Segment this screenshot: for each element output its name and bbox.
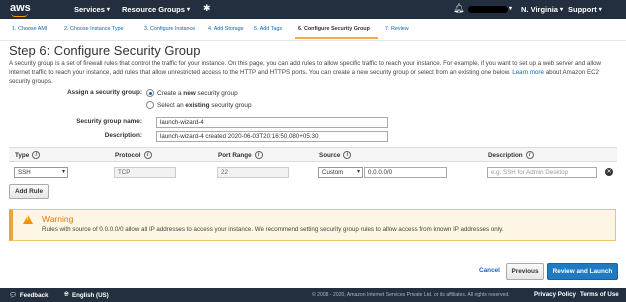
step-choose-instance-type[interactable]: 2. Choose Instance Type	[64, 26, 124, 32]
info-icon[interactable]: i	[254, 151, 263, 159]
active-step-indicator	[295, 37, 378, 39]
info-icon[interactable]: i	[143, 151, 152, 159]
rule-source-mode: Custom	[322, 169, 344, 176]
globe-icon: 🌐︎	[64, 291, 69, 298]
chevron-down-icon: ▾	[356, 169, 360, 175]
cancel-button[interactable]: Cancel	[479, 267, 500, 274]
chevron-down-icon: ▾	[509, 6, 513, 12]
security-group-name-input[interactable]: launch-wizard-4	[156, 117, 388, 128]
learn-more-link[interactable]: Learn more	[512, 69, 544, 76]
feedback-label: Feedback	[19, 291, 49, 299]
col-description: Description i	[488, 151, 534, 159]
region-label: N. Virginia	[521, 5, 558, 14]
option-create-new[interactable]: Create a new security group	[146, 89, 238, 97]
previous-button[interactable]: Previous	[506, 263, 544, 280]
step-add-storage[interactable]: 4. Add Storage	[208, 26, 244, 32]
support-menu[interactable]: Support ▾	[568, 5, 602, 14]
language-label: English (US)	[71, 291, 109, 299]
info-icon[interactable]: i	[32, 151, 41, 159]
services-menu[interactable]: Services ▾	[74, 5, 110, 14]
chevron-down-icon: ▾	[598, 7, 602, 13]
chevron-down-icon: ▾	[559, 7, 563, 13]
region-menu[interactable]: N. Virginia ▾	[521, 5, 563, 14]
resource-groups-menu[interactable]: Resource Groups ▾	[122, 5, 190, 14]
bell-icon[interactable]: 🔔︎	[453, 3, 464, 14]
rule-source-cidr-input[interactable]: 0.0.0.0/0	[364, 167, 447, 178]
warning-title: Warning	[42, 214, 74, 224]
assign-security-group-label: Assign a security group:	[67, 89, 142, 96]
add-rule-button[interactable]: Add Rule	[9, 184, 49, 199]
step-choose-ami[interactable]: 1. Choose AMI	[12, 26, 47, 32]
top-nav: aws Services ▾ Resource Groups ▾ ✱ 🔔︎ ▾ …	[0, 0, 626, 19]
warning-icon: !	[23, 215, 33, 224]
step-configure-instance[interactable]: 3. Configure Instance	[144, 26, 195, 32]
intro-text: A security group is a set of firewall ru…	[9, 59, 614, 86]
step-review[interactable]: 7. Review	[385, 26, 409, 32]
language-selector[interactable]: 🌐︎ English (US)	[64, 291, 109, 299]
copyright-text: © 2008 - 2020, Amazon Internet Services …	[312, 292, 510, 298]
privacy-policy-link[interactable]: Privacy Policy	[534, 291, 576, 298]
info-icon[interactable]: i	[343, 151, 352, 159]
resource-groups-label: Resource Groups	[122, 5, 185, 14]
terms-of-use-link[interactable]: Terms of Use	[580, 291, 619, 298]
footer-bar: 💬︎ Feedback 🌐︎ English (US) © 2008 - 202…	[0, 288, 626, 302]
chevron-down-icon: ▾	[186, 7, 190, 13]
rules-table-header: Type i Protocol i Port Range i Source i Desc…	[9, 147, 617, 162]
col-port-range: Port Range i	[218, 151, 263, 159]
account-menu[interactable]: ▾	[509, 5, 512, 12]
wizard-steps: 1. Choose AMI 2. Choose Instance Type 3.…	[0, 19, 626, 41]
col-type: Type i	[15, 151, 41, 159]
feedback-link[interactable]: 💬︎ Feedback	[9, 291, 49, 300]
rule-source-select[interactable]: Custom ▾	[318, 167, 363, 178]
description-label: Description:	[104, 132, 142, 139]
pin-icon[interactable]: ✱	[203, 3, 211, 14]
info-icon[interactable]: i	[525, 151, 534, 159]
warning-alert: ! Warning Rules with source of 0.0.0.0/0…	[9, 209, 616, 241]
chevron-down-icon: ▾	[61, 169, 65, 175]
chat-bubble-icon: 💬︎	[9, 292, 17, 299]
remove-rule-icon[interactable]: ✕	[605, 168, 613, 176]
rule-type-value: SSH	[18, 169, 31, 176]
rule-description-input[interactable]: e.g. SSH for Admin Desktop	[487, 167, 597, 178]
security-group-name-label: Security group name:	[76, 118, 142, 125]
option-select-existing[interactable]: Select an existing security group	[146, 101, 252, 109]
review-and-launch-button[interactable]: Review and Launch	[547, 263, 618, 280]
col-source: Source i	[319, 151, 352, 159]
services-label: Services	[74, 5, 105, 14]
warning-text: Rules with source of 0.0.0.0/0 allow all…	[42, 226, 504, 233]
description-input[interactable]: launch-wizard-4 created 2020-06-03T20:16…	[156, 131, 388, 142]
rule-port-range-value: 22	[217, 167, 289, 178]
step-add-tags[interactable]: 5. Add Tags	[254, 26, 282, 32]
account-name-redacted[interactable]	[468, 6, 508, 13]
radio-select-existing[interactable]	[146, 101, 154, 109]
aws-smile-icon	[11, 13, 28, 17]
page-title: Step 6: Configure Security Group	[9, 43, 201, 58]
chevron-down-icon: ▾	[106, 7, 110, 13]
step-configure-security-group[interactable]: 6. Configure Security Group	[298, 26, 370, 32]
option-select-existing-label: Select an existing security group	[157, 101, 252, 109]
rule-protocol-value: TCP	[114, 167, 176, 178]
radio-create-new[interactable]	[146, 89, 154, 97]
rule-type-select[interactable]: SSH ▾	[14, 167, 68, 178]
col-protocol: Protocol i	[115, 151, 152, 159]
support-label: Support	[568, 5, 597, 14]
option-create-new-label: Create a new security group	[157, 89, 238, 97]
